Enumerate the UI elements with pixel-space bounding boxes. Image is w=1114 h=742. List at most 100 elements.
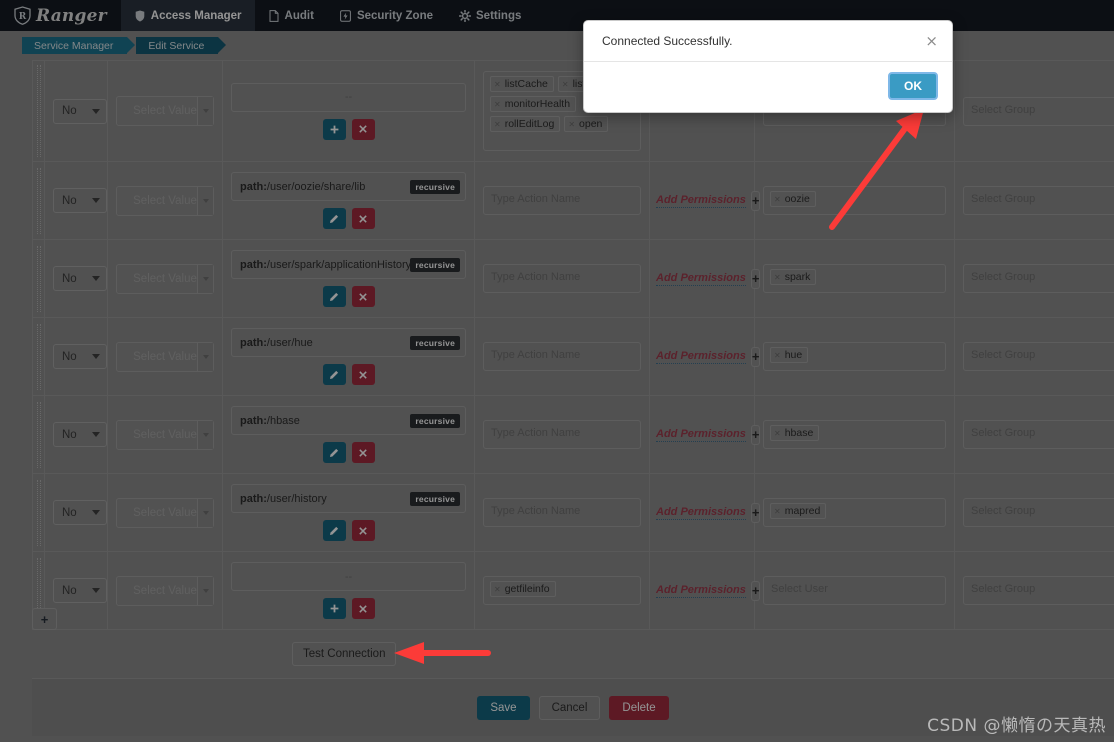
ok-button[interactable]: OK [888, 72, 938, 100]
select-group-input[interactable]: Select Group [963, 342, 1114, 371]
remove-chip-icon[interactable]: ✕ [774, 195, 781, 204]
test-connection-button[interactable]: Test Connection [292, 642, 397, 666]
save-button[interactable]: Save [477, 695, 530, 720]
chevron-down-icon[interactable] [197, 576, 213, 605]
path-input[interactable]: path:/user/oozie/share/lib recursive [231, 172, 466, 201]
remove-path-button[interactable] [351, 364, 375, 385]
chevron-down-icon[interactable] [197, 97, 213, 125]
remove-chip-icon[interactable]: ✕ [774, 273, 781, 282]
delete-button[interactable]: Delete [609, 695, 669, 720]
path-input[interactable]: -- [231, 562, 466, 591]
actions-input[interactable]: ✕ getfileinfo [483, 576, 641, 605]
add-permission-button[interactable]: + [750, 580, 761, 601]
remove-chip-icon[interactable]: ✕ [562, 80, 569, 89]
remove-path-button[interactable] [351, 520, 375, 541]
chevron-down-icon[interactable] [197, 342, 213, 371]
add-permissions-link[interactable]: Add Permissions [656, 428, 746, 442]
drag-handle-icon[interactable] [36, 65, 41, 157]
add-permissions-link[interactable]: Add Permissions [656, 506, 746, 520]
select-user-input[interactable]: ✕ oozie [763, 186, 946, 215]
path-input[interactable]: path:/hbase recursive [231, 406, 466, 435]
select-value-dropdown[interactable]: Select Value [116, 497, 214, 528]
remove-path-button[interactable] [351, 286, 375, 307]
action-chip[interactable]: ✕ getfileinfo [490, 581, 556, 597]
breadcrumb-item-service-manager[interactable]: Service Manager [22, 37, 136, 54]
edit-path-button[interactable] [322, 442, 346, 463]
select-user-input[interactable]: ✕ hue [763, 342, 946, 371]
row-drag-cell[interactable] [32, 239, 45, 318]
remove-chip-icon[interactable]: ✕ [494, 120, 501, 129]
add-path-button[interactable] [322, 118, 346, 140]
select-group-input[interactable]: Select Group [963, 96, 1114, 126]
add-permissions-link[interactable]: Add Permissions [656, 350, 746, 364]
action-chip[interactable]: ✕ open [564, 116, 609, 132]
remove-chip-icon[interactable]: ✕ [494, 585, 501, 594]
drag-handle-icon[interactable] [36, 323, 41, 390]
path-input[interactable]: path:/user/hue recursive [231, 328, 466, 357]
chevron-down-icon[interactable] [197, 186, 213, 215]
row-drag-cell[interactable] [32, 161, 45, 240]
edit-path-button[interactable] [322, 364, 346, 385]
drag-handle-icon[interactable] [36, 245, 41, 312]
edit-path-button[interactable] [322, 520, 346, 541]
select-value-dropdown[interactable]: Select Value [116, 419, 214, 450]
nav-item-access-manager[interactable]: Access Manager [120, 0, 255, 31]
exclude-select[interactable]: No [53, 422, 107, 447]
chevron-down-icon[interactable] [197, 420, 213, 449]
action-chip[interactable]: ✕ rollEditLog [490, 116, 561, 132]
row-drag-cell[interactable] [32, 395, 45, 474]
chevron-down-icon[interactable] [197, 264, 213, 293]
exclude-select[interactable]: No [53, 188, 107, 213]
close-icon[interactable]: × [925, 34, 938, 49]
remove-path-button[interactable] [351, 442, 375, 463]
exclude-select[interactable]: No [53, 266, 107, 291]
add-permission-button[interactable]: + [750, 268, 761, 289]
remove-chip-icon[interactable]: ✕ [568, 120, 575, 129]
nav-item-settings[interactable]: Settings [446, 0, 534, 31]
actions-input[interactable]: Type Action Name [483, 264, 641, 293]
select-user-input[interactable]: ✕ hbase [763, 420, 946, 449]
add-permissions-link[interactable]: Add Permissions [656, 584, 746, 598]
exclude-select[interactable]: No [53, 98, 107, 124]
edit-path-button[interactable] [322, 286, 346, 307]
select-value-dropdown[interactable]: Select Value [116, 185, 214, 216]
user-chip[interactable]: ✕ mapred [770, 503, 827, 519]
remove-path-button[interactable] [351, 598, 375, 619]
user-chip[interactable]: ✕ hbase [770, 425, 820, 441]
select-group-input[interactable]: Select Group [963, 498, 1114, 527]
select-value-dropdown[interactable]: Select Value [116, 96, 214, 126]
brand[interactable]: R Ranger [0, 0, 121, 31]
path-input[interactable]: path:/user/spark/applicationHistory recu… [231, 250, 466, 279]
row-drag-cell[interactable] [32, 473, 45, 552]
select-user-input[interactable]: ✕ mapred [763, 498, 946, 527]
remove-path-button[interactable] [351, 208, 375, 229]
add-path-button[interactable] [322, 598, 346, 619]
drag-handle-icon[interactable] [36, 401, 41, 468]
nav-item-security-zone[interactable]: Security Zone [327, 0, 446, 31]
nav-item-audit[interactable]: Audit [255, 0, 327, 31]
select-user-input[interactable]: ✕ spark [763, 264, 946, 293]
remove-chip-icon[interactable]: ✕ [494, 100, 501, 109]
user-chip[interactable]: ✕ hue [770, 347, 809, 363]
select-value-dropdown[interactable]: Select Value [116, 575, 214, 606]
add-permissions-link[interactable]: Add Permissions [656, 272, 746, 286]
select-value-dropdown[interactable]: Select Value [116, 263, 214, 294]
select-group-input[interactable]: Select Group [963, 186, 1114, 215]
remove-path-button[interactable] [351, 118, 375, 140]
add-permissions-link[interactable]: Add Permissions [656, 194, 746, 208]
actions-input[interactable]: Type Action Name [483, 420, 641, 449]
path-input[interactable]: -- [231, 82, 466, 112]
add-row-button[interactable]: + [32, 608, 57, 630]
remove-chip-icon[interactable]: ✕ [774, 507, 781, 516]
remove-chip-icon[interactable]: ✕ [774, 429, 781, 438]
action-chip[interactable]: ✕ monitorHealth [490, 96, 577, 112]
add-permission-button[interactable]: + [750, 424, 761, 445]
actions-input[interactable]: Type Action Name [483, 342, 641, 371]
edit-path-button[interactable] [322, 208, 346, 229]
breadcrumb-item-edit-service[interactable]: Edit Service [136, 37, 227, 54]
remove-chip-icon[interactable]: ✕ [774, 351, 781, 360]
select-group-input[interactable]: Select Group [963, 420, 1114, 449]
select-group-input[interactable]: Select Group [963, 576, 1114, 605]
row-drag-cell[interactable] [32, 61, 45, 162]
drag-handle-icon[interactable] [36, 167, 41, 234]
